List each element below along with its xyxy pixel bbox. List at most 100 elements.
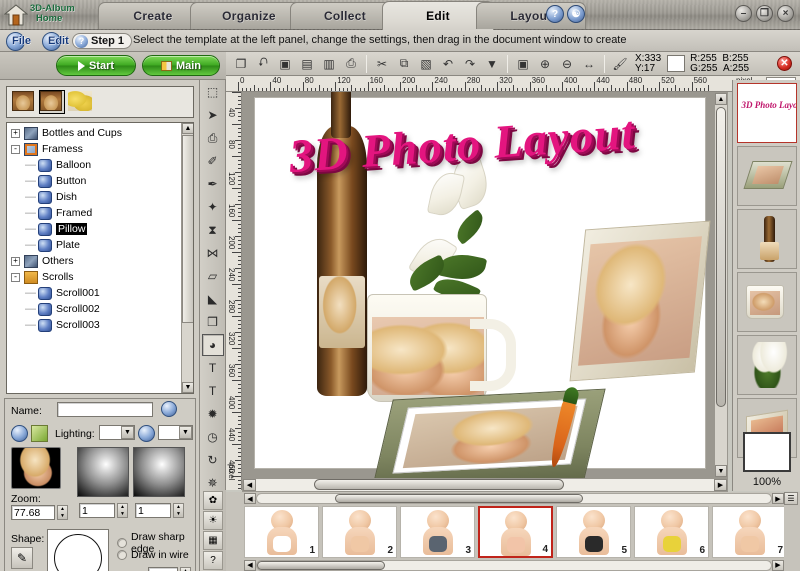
template-tree[interactable]: + Bottles and Cups - Framess — Balloon — Button…	[6, 122, 194, 394]
object-thumb-flower[interactable]	[736, 335, 797, 395]
new-document-button[interactable]: ❐	[231, 54, 251, 74]
template-tab-2[interactable]	[39, 90, 65, 114]
rotate-tool[interactable]: ↻	[202, 449, 224, 471]
palette-tool[interactable]: ◕	[201, 334, 224, 356]
filmstrip-scroll-left-button[interactable]: ◀	[244, 493, 256, 504]
lightbulb-button[interactable]: ☀	[203, 511, 223, 530]
collapse-icon[interactable]: -	[11, 144, 20, 154]
light1-stepper[interactable]: ▲ ▼	[117, 503, 128, 518]
tree-item-scroll002[interactable]: — Scroll002	[7, 301, 183, 317]
document-canvas[interactable]: 3D Photo Layout	[254, 92, 711, 478]
draw-in-wire-option[interactable]: Draw in wire	[117, 549, 189, 561]
canvas-scroll-left-button[interactable]: ◀	[243, 479, 256, 491]
tree-scrollbar[interactable]: ▲ ▼	[181, 123, 193, 393]
expand-icon[interactable]: +	[11, 256, 20, 266]
arrow-select-tool[interactable]: ➤	[202, 104, 224, 126]
depth-input[interactable]	[148, 567, 178, 571]
template-tab-1[interactable]	[11, 90, 37, 114]
name-help-icon[interactable]	[161, 401, 177, 417]
help-button[interactable]: ?	[203, 551, 223, 570]
filmstrip-top-thumb[interactable]	[335, 494, 583, 503]
zoom-stepper[interactable]: ▲ ▼	[57, 505, 68, 520]
light-preview-2[interactable]	[133, 447, 185, 497]
magic-wand-tool[interactable]: ✦	[202, 196, 224, 218]
save-all-button[interactable]: ▥	[319, 54, 339, 74]
effects-button[interactable]: ✿	[203, 491, 223, 510]
brush-tool[interactable]: ✐	[202, 150, 224, 172]
canvas-scroll-up-button[interactable]: ▲	[715, 93, 727, 105]
home-logo[interactable]: 3D-Album Home	[4, 1, 82, 29]
tree-item-framess[interactable]: - Framess	[7, 141, 183, 157]
shape-picker-icon[interactable]: ✎	[11, 547, 33, 569]
cut-button[interactable]: ✂	[372, 54, 392, 74]
copy-button[interactable]: ⧉	[394, 54, 414, 74]
tool-palette-bottom[interactable]: ✿ ☀ ▦?	[200, 490, 226, 571]
lighting-color-select-1[interactable]: ▼	[99, 425, 135, 440]
tree-item-balloon[interactable]: — Balloon	[7, 157, 183, 173]
zoom-in-button[interactable]: ⊕	[535, 54, 555, 74]
depth-stepper[interactable]: ▲▼	[180, 567, 191, 571]
restore-button[interactable]: ❐	[756, 5, 773, 22]
tree-item-others[interactable]: + Others	[7, 253, 183, 269]
light2-stepper[interactable]: ▲ ▼	[173, 503, 184, 518]
filmstrip-bottom-scrollbar[interactable]: ◀ ▶	[244, 559, 784, 571]
canvas-vertical-scrollbar[interactable]: ▲ ▼	[714, 92, 728, 478]
zoom-out-button[interactable]: ⊖	[557, 54, 577, 74]
zoom-input[interactable]	[11, 505, 55, 520]
color-grid-button[interactable]: ▦	[203, 531, 223, 550]
canvas-horizontal-scrollbar[interactable]: ◀ ▶	[242, 478, 728, 492]
start-button[interactable]: Start	[56, 55, 136, 76]
light2-input[interactable]	[135, 503, 171, 518]
lighting-toggle-icon[interactable]	[11, 425, 28, 442]
marquee-select-tool[interactable]: ⬚	[202, 81, 224, 103]
step-badge[interactable]: ? Step 1	[72, 33, 133, 49]
collapse-icon[interactable]: -	[11, 272, 20, 282]
filmstrip-bottom-thumb[interactable]	[257, 560, 385, 570]
text-tool[interactable]: T	[202, 357, 224, 379]
filmstrip-top-track[interactable]	[256, 493, 772, 504]
filmstrip-photos[interactable]: 12345678	[244, 506, 784, 558]
tree-scroll-up-button[interactable]: ▲	[182, 123, 193, 134]
tree-scroll-down-button[interactable]: ▼	[182, 382, 193, 393]
object-thumb-mug[interactable]	[736, 272, 797, 332]
tree-item-framed[interactable]: — Framed	[7, 205, 183, 221]
tree-item-dish[interactable]: — Dish	[7, 189, 183, 205]
light-preview-1[interactable]	[77, 447, 129, 497]
filmstrip-top-scrollbar[interactable]: ◀ ▶	[244, 492, 784, 505]
object-thumb-title[interactable]: 3D Photo Layout	[736, 83, 797, 143]
filmstrip-bottom-track[interactable]	[256, 559, 772, 571]
canvas-object-scroll[interactable]	[569, 220, 711, 382]
save-button[interactable]: ▣	[275, 54, 295, 74]
tree-scroll-thumb[interactable]	[182, 135, 193, 323]
object-thumb-bottle[interactable]	[736, 209, 797, 269]
close-circle-icon[interactable]: ✕	[777, 56, 792, 71]
light1-input[interactable]	[79, 503, 115, 518]
undo-button[interactable]: ↶	[438, 54, 458, 74]
tool-palette[interactable]: ⬚➤⎙✐✒✦⧗⋈▱◣❒◕TT✹◷↻✵◿⊞	[200, 80, 226, 536]
tree-item-scroll003[interactable]: — Scroll003	[7, 317, 183, 333]
save-as-button[interactable]: ▤	[297, 54, 317, 74]
filmstrip-photo[interactable]: 3	[400, 506, 475, 558]
navigator-preview[interactable]	[743, 432, 791, 472]
lighting-color-icon[interactable]	[31, 425, 48, 442]
tree-item-button[interactable]: — Button	[7, 173, 183, 189]
lighting-color-select-2[interactable]: ▼	[158, 425, 193, 440]
shape-preview[interactable]	[47, 529, 109, 571]
help-circle-icon[interactable]: ?	[546, 5, 564, 23]
fit-window-button[interactable]: ▣	[513, 54, 533, 74]
filmstrip-menu-button[interactable]: ☰	[784, 492, 798, 505]
color-swatch[interactable]	[667, 55, 686, 72]
paint-brush-tool[interactable]: ✒	[202, 173, 224, 195]
expand-icon[interactable]: +	[11, 128, 20, 138]
tree-item-scroll001[interactable]: — Scroll001	[7, 285, 183, 301]
main-button[interactable]: Main	[142, 55, 220, 76]
open-file-button[interactable]: ⮏	[253, 54, 273, 74]
tree-item-plate[interactable]: — Plate	[7, 237, 183, 253]
redo-button[interactable]: ↷	[460, 54, 480, 74]
filmstrip-bottom-right-button[interactable]: ▶	[772, 559, 784, 571]
filmstrip-photo[interactable]: 5	[556, 506, 631, 558]
swirl-circle-icon[interactable]: ☯	[567, 5, 585, 23]
paint-bucket-tool[interactable]: ◣	[202, 288, 224, 310]
paste-button[interactable]: ▧	[416, 54, 436, 74]
canvas-scroll-right-button[interactable]: ▶	[714, 479, 727, 491]
